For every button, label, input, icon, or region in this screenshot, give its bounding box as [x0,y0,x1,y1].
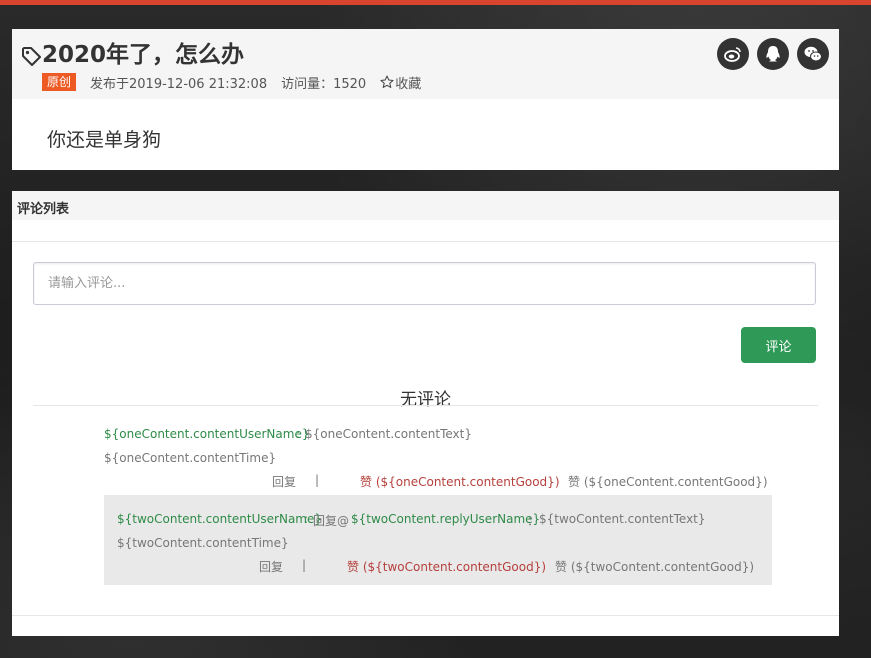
view-count: 访问量：1520 [281,76,367,92]
comment-like-count[interactable]: 赞 (${oneContent.contentGood}) [568,473,768,490]
empty-comments-text: 无评论 [400,390,451,410]
qq-icon [766,46,780,62]
post-card: 2020年了，怎么办 原创 发布于2019-12-06 21:32:08 访问量… [12,29,839,170]
comments-card: 评论列表 评论 无评论 ${oneContent.contentUserName… [12,191,839,636]
reply-action-separator: | [302,558,307,572]
comments-title: 评论列表 [17,202,70,217]
reply-like-link[interactable]: 赞 (${twoContent.contentGood}) [347,558,546,575]
comments-header: 评论列表 [12,191,839,220]
post-meta: 原创 发布于2019-12-06 21:32:08 访问量：1520 收藏 [42,72,421,92]
reply-separator-2: ： [527,514,540,528]
post-header: 2020年了，怎么办 原创 发布于2019-12-06 21:32:08 访问量… [12,29,839,99]
comment-text: ${oneContent.contentText} [305,427,472,441]
wechat-share-button[interactable] [797,38,829,70]
reply-prefix: 回复@ [313,514,350,528]
weibo-share-button[interactable] [717,38,749,70]
empty-divider [33,405,818,406]
publish-date: 发布于2019-12-06 21:32:08 [90,76,268,92]
top-accent-bar [0,0,871,5]
wechat-icon [804,46,822,62]
comments-divider [12,241,839,242]
weibo-icon [724,47,741,62]
comment-reply-link[interactable]: 回复 [272,473,296,490]
post-content: 你还是单身狗 [47,129,162,151]
comment-username[interactable]: ${oneContent.contentUserName} [104,427,309,441]
comments-footer-divider [12,615,839,616]
reply-username[interactable]: ${twoContent.contentUserName} [117,512,322,526]
comment-input[interactable] [33,262,816,305]
submit-comment-button[interactable]: 评论 [741,327,816,363]
qq-share-button[interactable] [757,38,789,70]
star-icon[interactable] [380,75,394,89]
comment-time: ${oneContent.contentTime} [104,451,277,465]
reply-time: ${twoContent.contentTime} [117,536,289,550]
comment-like-link[interactable]: 赞 (${oneContent.contentGood}) [360,473,560,490]
favorite-link[interactable]: 收藏 [395,73,421,92]
comment-separator: : [296,427,301,441]
reply-target-user[interactable]: ${twoContent.replyUserName} [351,512,540,526]
tag-icon [22,47,41,66]
reply-separator: : [304,512,309,526]
comment-action-separator: | [315,473,320,487]
post-title: 2020年了，怎么办 [42,42,245,68]
reply-like-count[interactable]: 赞 (${twoContent.contentGood}) [555,558,754,575]
original-badge: 原创 [42,73,77,91]
reply-text: ${twoContent.contentText} [539,512,706,526]
reply-reply-link[interactable]: 回复 [259,558,283,575]
